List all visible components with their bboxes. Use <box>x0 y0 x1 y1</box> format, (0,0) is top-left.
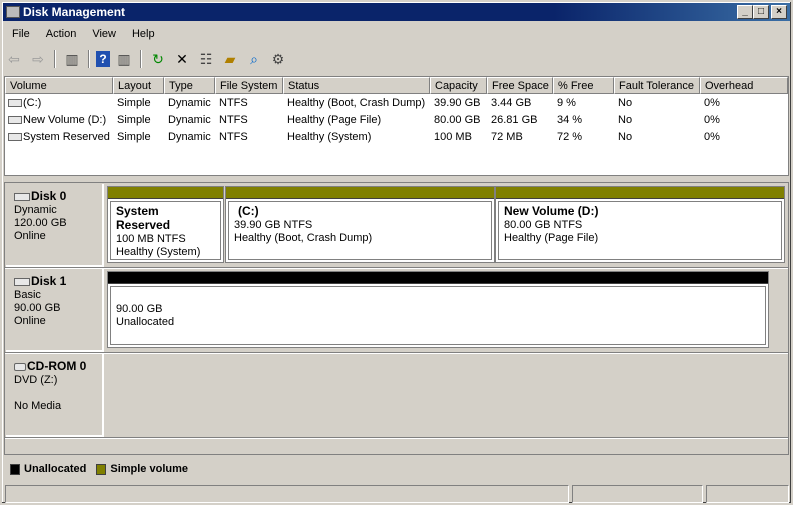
disk-icon <box>14 193 30 202</box>
legend-swatch-unallocated <box>10 463 20 475</box>
toolbar: ⇦ ⇨ ▥ ? ▥ ↻ ✕ ☷ ▰ ⌕ ⚙ <box>4 47 288 71</box>
table-cell: 9 % <box>557 97 576 109</box>
menu-file[interactable]: File <box>4 24 38 44</box>
status-pane-2 <box>572 485 703 503</box>
table-cell: Simple <box>117 114 151 126</box>
toolbar-separator <box>88 50 90 68</box>
table-cell: (C:) <box>23 97 42 109</box>
disk-0-label[interactable]: Disk 0 Dynamic 120.00 GB Online <box>6 184 104 267</box>
disk-icon <box>14 278 30 287</box>
column-header-layout[interactable]: Layout <box>113 77 164 94</box>
table-cell: No <box>618 97 633 109</box>
table-cell: 34 % <box>557 114 583 126</box>
close-button[interactable]: × <box>771 5 787 19</box>
partition-d[interactable]: New Volume (D:) 80.00 GB NTFS Healthy (Pag… <box>495 186 785 263</box>
table-cell: 3.44 GB <box>491 97 532 109</box>
menu-help[interactable]: Help <box>124 24 163 44</box>
action-pane-icon[interactable]: ▥ <box>114 49 134 69</box>
column-header-status[interactable]: Status <box>283 77 430 94</box>
volume-list: Volume Layout Type File System Status Ca… <box>4 76 789 176</box>
legend-swatch-simple-volume <box>96 463 107 475</box>
table-cell: 0% <box>704 131 720 143</box>
table-cell: 100 MB <box>434 131 472 143</box>
table-cell: NTFS <box>219 114 248 126</box>
table-cell: Dynamic <box>168 131 211 143</box>
status-pane-1 <box>5 485 569 503</box>
minimize-button[interactable]: _ <box>737 5 753 19</box>
properties-icon[interactable]: ☷ <box>196 49 216 69</box>
forward-icon[interactable]: ⇨ <box>28 49 48 69</box>
table-cell: 26.81 GB <box>491 114 538 126</box>
legend-unallocated: Unallocated <box>24 463 87 475</box>
table-cell: NTFS <box>219 97 248 109</box>
menu-bar: File Action View Help <box>4 24 163 44</box>
toolbar-separator <box>140 50 142 68</box>
window-title: Disk Management <box>23 5 126 19</box>
table-cell: NTFS <box>219 131 248 143</box>
title-bar: Disk Management <box>3 3 790 21</box>
table-cell: Simple <box>117 131 151 143</box>
column-header-overhead[interactable]: Overhead <box>700 77 788 94</box>
table-cell: No <box>618 114 633 126</box>
cdrom-0-label[interactable]: CD-ROM 0 DVD (Z:) No Media <box>6 354 104 437</box>
status-pane-3 <box>706 485 789 503</box>
table-cell: System Reserved <box>23 131 110 143</box>
table-cell: Dynamic <box>168 114 211 126</box>
legend: Unallocated Simple volume <box>4 459 188 479</box>
table-cell: Healthy (Page File) <box>287 114 382 126</box>
partition-unallocated[interactable]: 90.00 GB Unallocated <box>107 271 769 348</box>
table-cell: 80.00 GB <box>434 114 481 126</box>
menu-action[interactable]: Action <box>38 24 85 44</box>
column-header-capacity[interactable]: Capacity <box>430 77 487 94</box>
partition-c[interactable]: (C:) 39.90 GB NTFS Healthy (Boot, Crash Du… <box>225 186 495 263</box>
column-header-volume[interactable]: Volume <box>5 77 113 94</box>
maximize-button[interactable]: □ <box>753 5 769 19</box>
disk-graphical-view: Disk 0 Dynamic 120.00 GB Online System Res… <box>4 182 789 455</box>
table-cell: 72 % <box>557 131 583 143</box>
table-cell: Healthy (Boot, Crash Dump) <box>287 97 426 109</box>
console-tree-icon[interactable]: ▥ <box>62 49 82 69</box>
row-divider <box>5 352 788 354</box>
cdrom-icon <box>14 363 26 372</box>
column-header-type[interactable]: Type <box>164 77 215 94</box>
toolbar-separator <box>54 50 56 68</box>
back-icon[interactable]: ⇦ <box>4 49 24 69</box>
table-cell: New Volume (D:) <box>23 114 107 126</box>
row-divider <box>5 437 788 439</box>
open-icon[interactable]: ▰ <box>220 49 240 69</box>
row-divider <box>5 267 788 269</box>
column-header-file-system[interactable]: File System <box>215 77 283 94</box>
table-cell: 39.90 GB <box>434 97 481 109</box>
disk-management-icon <box>6 6 20 18</box>
delete-icon[interactable]: ✕ <box>172 49 192 69</box>
table-cell: Healthy (System) <box>287 131 372 143</box>
find-icon[interactable]: ⌕ <box>244 49 264 69</box>
refresh-icon[interactable]: ↻ <box>148 49 168 69</box>
column-header-percent-free[interactable]: % Free <box>553 77 614 94</box>
menu-view[interactable]: View <box>84 24 124 44</box>
partition-system-reserved[interactable]: System Reserved 100 MB NTFS Healthy (Syste… <box>107 186 224 263</box>
legend-simple-volume: Simple volume <box>110 463 188 475</box>
table-cell: Dynamic <box>168 97 211 109</box>
volume-icon <box>8 99 22 107</box>
table-cell: 0% <box>704 97 720 109</box>
volume-icon <box>8 133 22 141</box>
settings-icon[interactable]: ⚙ <box>268 49 288 69</box>
table-cell: 72 MB <box>491 131 523 143</box>
disk-1-label[interactable]: Disk 1 Basic 90.00 GB Online <box>6 269 104 352</box>
volume-icon <box>8 116 22 124</box>
column-header-fault-tolerance[interactable]: Fault Tolerance <box>614 77 700 94</box>
column-header-free-space[interactable]: Free Space <box>487 77 553 94</box>
status-bar <box>3 485 790 503</box>
table-cell: Simple <box>117 97 151 109</box>
help-icon[interactable]: ? <box>96 51 110 67</box>
table-cell: No <box>618 131 633 143</box>
table-cell: 0% <box>704 114 720 126</box>
